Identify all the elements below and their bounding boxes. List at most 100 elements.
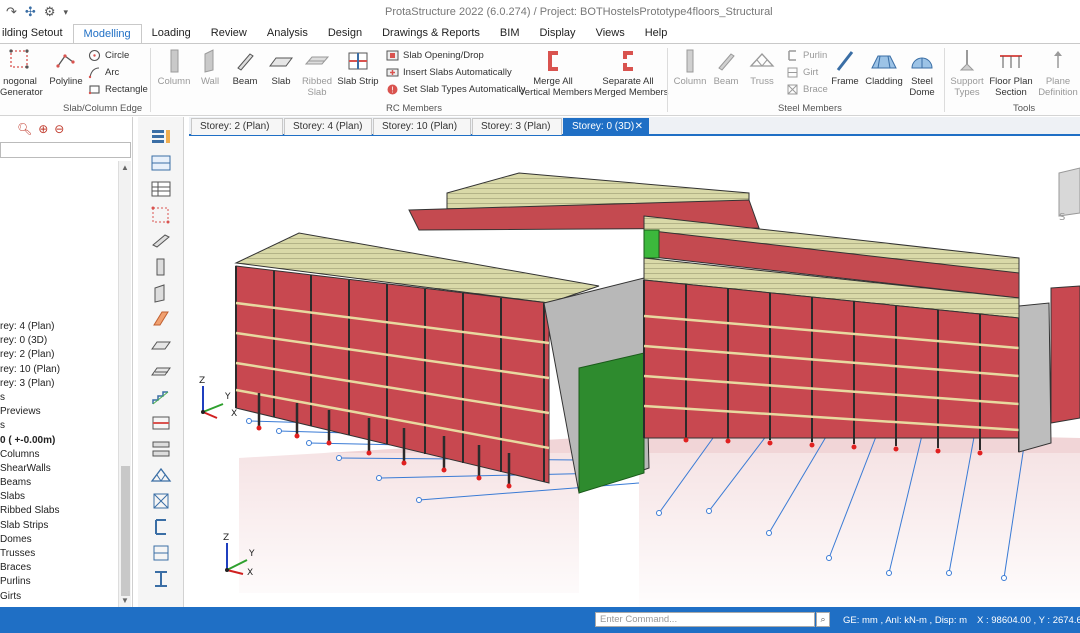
tree-node-beams[interactable]: Beams bbox=[0, 477, 120, 491]
brace-button[interactable]: Brace bbox=[786, 83, 828, 96]
support-types-button[interactable]: Support Types bbox=[948, 48, 986, 98]
circle-button[interactable]: Circle bbox=[88, 49, 129, 62]
view-tab-storey-0-3d[interactable]: Storey: 0 (3D) ✕ bbox=[563, 118, 649, 135]
purlin-tool-icon[interactable] bbox=[150, 517, 172, 537]
tree-node-previews[interactable]: Previews bbox=[0, 406, 120, 420]
load-tool-icon[interactable] bbox=[150, 439, 172, 459]
tab-analysis[interactable]: Analysis bbox=[257, 24, 318, 44]
beam-tool-icon[interactable] bbox=[150, 231, 172, 251]
settings-gear-icon[interactable]: ⚙ bbox=[44, 4, 56, 20]
tree-node-ribbed-slabs[interactable]: Ribbed Slabs bbox=[0, 505, 120, 519]
tab-building-setout[interactable]: ilding Setout bbox=[0, 24, 73, 44]
tab-modelling[interactable]: Modelling bbox=[72, 24, 142, 44]
purlin-button[interactable]: Purlin bbox=[786, 49, 827, 62]
scroll-up-icon[interactable]: ▲ bbox=[121, 163, 129, 172]
tree-node-domes[interactable]: Domes bbox=[0, 534, 120, 548]
tree-node-storey-3-plan[interactable]: rey: 3 (Plan) bbox=[0, 378, 120, 392]
tab-help[interactable]: Help bbox=[635, 24, 678, 44]
steel-section-tool-icon[interactable] bbox=[150, 569, 172, 589]
frame-button[interactable]: Frame bbox=[828, 48, 862, 87]
set-slab-types-button[interactable]: ! Set Slab Types Automatically bbox=[386, 83, 525, 96]
view-tab-storey-10[interactable]: Storey: 10 (Plan) bbox=[373, 118, 471, 135]
qat-dropdown-icon[interactable]: ▾ bbox=[63, 7, 68, 18]
view-tab-storey-3[interactable]: Storey: 3 (Plan) bbox=[472, 118, 562, 135]
foundation-tool-icon[interactable] bbox=[150, 413, 172, 433]
arc-button[interactable]: Arc bbox=[88, 66, 119, 79]
girt-button[interactable]: Girt bbox=[786, 66, 818, 79]
slab-strip-button[interactable]: Slab Strip bbox=[337, 48, 379, 87]
truss-button[interactable]: Truss bbox=[745, 48, 779, 87]
insert-slabs-button[interactable]: Insert Slabs Automatically bbox=[386, 66, 512, 79]
tab-design[interactable]: Design bbox=[318, 24, 372, 44]
table-view-icon[interactable] bbox=[150, 179, 172, 199]
tab-drawings-reports[interactable]: Drawings & Reports bbox=[372, 24, 490, 44]
zoom-in-icon[interactable]: ⊕ bbox=[38, 122, 48, 141]
tree-node-slab-strips[interactable]: Slab Strips bbox=[0, 520, 120, 534]
plan-view-icon[interactable] bbox=[150, 153, 172, 173]
zoom-out-icon[interactable]: ⊖ bbox=[54, 122, 64, 141]
polyline-button[interactable]: Polyline bbox=[48, 48, 84, 87]
tree-node-slabs[interactable]: Slabs bbox=[0, 491, 120, 505]
redo-icon[interactable]: ↷ bbox=[6, 4, 17, 20]
tab-display[interactable]: Display bbox=[529, 24, 585, 44]
tab-loading[interactable]: Loading bbox=[142, 24, 201, 44]
tree-node-trusses[interactable]: Trusses bbox=[0, 548, 120, 562]
grid-axis-icon[interactable] bbox=[150, 205, 172, 225]
tree-node-braces[interactable]: Braces bbox=[0, 562, 120, 576]
tab-bim[interactable]: BIM bbox=[490, 24, 530, 44]
slab-tool-icon[interactable] bbox=[150, 335, 172, 355]
tree-node-s[interactable]: s bbox=[0, 392, 120, 406]
scroll-down-icon[interactable]: ▼ bbox=[121, 596, 129, 605]
tree-node-s2[interactable]: s bbox=[0, 420, 120, 434]
tree-node-columns[interactable]: Columns bbox=[0, 449, 120, 463]
cladding-button[interactable]: Cladding bbox=[864, 48, 904, 87]
rectangle-button[interactable]: Rectangle bbox=[88, 83, 148, 96]
slab-opening-button[interactable]: Slab Opening/Drop bbox=[386, 49, 484, 62]
command-search-icon[interactable]: ⌕ bbox=[816, 612, 830, 627]
command-input[interactable] bbox=[595, 612, 815, 627]
explorer-search-input[interactable] bbox=[0, 142, 131, 158]
tree-node-storey-10-plan[interactable]: rey: 10 (Plan) bbox=[0, 364, 120, 378]
rc-slab-button[interactable]: Slab bbox=[264, 48, 298, 87]
project-explorer-icon[interactable]: ✣ bbox=[25, 4, 36, 20]
ribbed-slab-button[interactable]: Ribbed Slab bbox=[300, 48, 334, 98]
merge-all-button[interactable]: Merge All Vertical Members bbox=[519, 48, 592, 98]
tab-review[interactable]: Review bbox=[201, 24, 257, 44]
3d-model-viewport[interactable]: S Z Y X Z Y X bbox=[189, 138, 1080, 607]
view-tab-storey-4[interactable]: Storey: 4 (Plan) bbox=[284, 118, 372, 135]
wall-tool-icon[interactable] bbox=[150, 283, 172, 303]
zoom-search-icon[interactable]: 🔍︎ bbox=[17, 122, 32, 141]
steel-dome-button[interactable]: Steel Dome bbox=[905, 48, 939, 98]
column-tool-icon[interactable] bbox=[150, 257, 172, 277]
view-tab-storey-2[interactable]: Storey: 2 (Plan) bbox=[191, 118, 283, 135]
tree-node-storey-0-level[interactable]: 0 ( +-0.00m) bbox=[0, 435, 120, 449]
girt-tool-icon[interactable] bbox=[150, 543, 172, 563]
stair-tool-icon[interactable] bbox=[150, 387, 172, 407]
tree-node-storey-2-plan[interactable]: rey: 2 (Plan) bbox=[0, 349, 120, 363]
polygonal-generator-button[interactable]: nogonal Generator bbox=[0, 48, 43, 98]
tree-node-storey-4-plan[interactable]: rey: 4 (Plan) bbox=[0, 321, 120, 335]
brace-tool-icon[interactable] bbox=[150, 491, 172, 511]
tree-node-storey-0-3d[interactable]: rey: 0 (3D) bbox=[0, 335, 120, 349]
rc-wall-button[interactable]: Wall bbox=[194, 48, 226, 87]
storey-list-icon[interactable] bbox=[150, 127, 172, 147]
rc-beam-button[interactable]: Beam bbox=[229, 48, 261, 87]
tree-node-shearwalls[interactable]: ShearWalls bbox=[0, 463, 120, 477]
truss-icon bbox=[749, 53, 775, 67]
slab-hatch-tool-icon[interactable] bbox=[150, 309, 172, 329]
tab-views[interactable]: Views bbox=[586, 24, 635, 44]
view-cube-icon[interactable]: S bbox=[1058, 167, 1080, 223]
ribbed-slab-tool-icon[interactable] bbox=[150, 361, 172, 381]
rc-column-button[interactable]: Column bbox=[157, 48, 191, 87]
steel-column-button[interactable]: Column bbox=[673, 48, 707, 87]
explorer-scrollbar[interactable]: ▲ ▼ bbox=[118, 161, 131, 607]
steel-beam-button[interactable]: Beam bbox=[709, 48, 743, 87]
separate-all-button[interactable]: Separate All Merged Members bbox=[594, 48, 668, 98]
floor-plan-section-button[interactable]: Floor Plan Section bbox=[988, 48, 1034, 98]
scrollbar-thumb[interactable] bbox=[121, 466, 130, 596]
plane-definition-button[interactable]: Plane Definition bbox=[1036, 48, 1080, 98]
truss-tool-icon[interactable] bbox=[150, 465, 172, 485]
tree-node-girts[interactable]: Girts bbox=[0, 591, 120, 605]
tree-node-purlins[interactable]: Purlins bbox=[0, 576, 120, 590]
close-tab-icon[interactable]: ✕ bbox=[635, 121, 643, 132]
